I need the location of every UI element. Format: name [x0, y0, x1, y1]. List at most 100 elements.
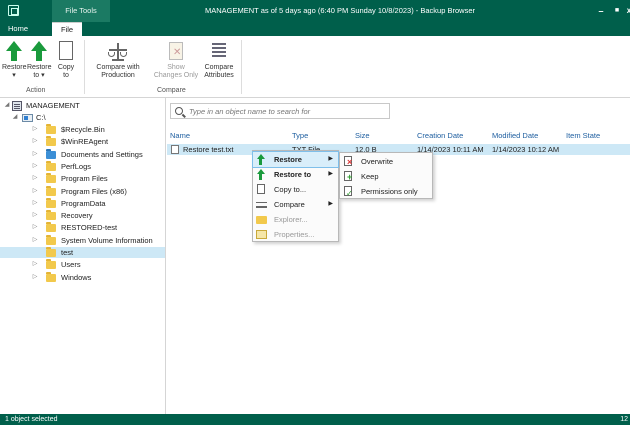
- copy-document-icon: [55, 40, 77, 62]
- tree-item-folder[interactable]: ▷ Windows: [0, 271, 165, 283]
- copy-document-icon: [256, 184, 267, 195]
- tree-item-label: $Recycle.Bin: [61, 125, 105, 134]
- action-group-label: Action: [26, 87, 46, 94]
- app-icon[interactable]: [8, 5, 19, 16]
- tree-item-label: PerfLogs: [61, 161, 92, 171]
- menu-item-properties[interactable]: Properties...: [253, 227, 338, 242]
- grid-header: Name Type Size Creation Date Modified Da…: [167, 129, 630, 142]
- status-bar: 1 object selected 12: [0, 414, 630, 425]
- tab-file[interactable]: File: [52, 22, 82, 36]
- tree-item-label: Documents and Settings: [61, 149, 143, 159]
- column-header-item-state[interactable]: Item State: [566, 129, 600, 142]
- column-header-type[interactable]: Type: [292, 129, 308, 142]
- folder-icon: [46, 210, 56, 221]
- cell-name: Restore test.txt: [183, 145, 234, 154]
- expand-icon[interactable]: ▷: [31, 198, 39, 209]
- ribbon-tabs: Home File: [0, 22, 630, 36]
- expand-icon[interactable]: ▷: [31, 259, 39, 270]
- compare-with-production-button[interactable]: Compare with Production: [88, 40, 148, 80]
- expand-icon[interactable]: ▷: [31, 173, 39, 184]
- text-file-icon: [171, 145, 179, 154]
- restore-to-button[interactable]: Restore to ▾: [27, 40, 52, 80]
- show-changes-only-button[interactable]: ✕ Show Changes Only: [151, 40, 201, 80]
- tree-item-folder[interactable]: ▷ ProgramData: [0, 197, 165, 209]
- copy-to-button[interactable]: Copy to: [54, 40, 78, 80]
- tree-item-folder[interactable]: ▷ RESTORED-test: [0, 222, 165, 233]
- minimize-button[interactable]: –: [594, 0, 608, 22]
- status-count: 12: [620, 416, 628, 423]
- folder-icon: [46, 173, 56, 184]
- tree-item-folder[interactable]: ▷ Program Files (x86): [0, 185, 165, 197]
- menu-item-copy-to[interactable]: Copy to...: [253, 182, 338, 197]
- folder-icon: [46, 160, 56, 171]
- submenu-arrow-icon: ▶: [328, 171, 333, 177]
- tree-item-folder[interactable]: ▷ Documents and Settings: [0, 148, 165, 160]
- window-title: MANAGEMENT as of 5 days ago (6:40 PM Sun…: [205, 6, 475, 15]
- tree-item-label: test: [61, 248, 74, 257]
- menu-item-restore[interactable]: Restore ▶: [252, 151, 339, 168]
- folder-icon: [46, 124, 56, 134]
- tree-item-label: RESTORED-test: [61, 223, 118, 233]
- tree-item-label: Users: [61, 260, 81, 270]
- tree-item-label: System Volume Information: [61, 235, 153, 245]
- attributes-icon: [208, 40, 230, 62]
- column-header-name[interactable]: Name: [170, 129, 190, 142]
- menu-item-restore-to[interactable]: Restore to ▶: [253, 167, 338, 182]
- menu-item-permissions-only[interactable]: Permissions only: [340, 184, 432, 201]
- tree-item-label: Windows: [61, 272, 92, 282]
- folder-icon: [46, 259, 56, 270]
- column-header-size[interactable]: Size: [355, 129, 370, 142]
- tree-item-drive-c[interactable]: ◢ C:\: [0, 112, 165, 123]
- tree-item-folder[interactable]: test: [0, 247, 165, 258]
- close-button[interactable]: x: [624, 0, 630, 22]
- expand-icon[interactable]: ▷: [31, 124, 39, 135]
- expand-icon[interactable]: ▷: [31, 161, 39, 172]
- tree-item-folder[interactable]: ▷ PerfLogs: [0, 160, 165, 172]
- show-changes-icon: ✕: [165, 40, 187, 62]
- expand-icon[interactable]: ▷: [31, 210, 39, 221]
- expand-icon[interactable]: ▷: [31, 272, 39, 283]
- tree-item-folder[interactable]: ▷ Recovery: [0, 210, 165, 221]
- expand-icon[interactable]: ▷: [31, 186, 39, 197]
- tree-item-label: Recovery: [61, 211, 93, 221]
- menu-item-overwrite[interactable]: Overwrite: [340, 154, 432, 170]
- status-text: 1 object selected: [5, 416, 58, 423]
- server-icon: [12, 101, 22, 111]
- expand-icon[interactable]: ▷: [31, 149, 39, 160]
- collapse-icon[interactable]: ◢: [11, 112, 19, 123]
- submenu-arrow-icon: ▶: [328, 201, 333, 207]
- collapse-icon[interactable]: ◢: [3, 100, 11, 111]
- menu-item-explorer[interactable]: Explorer...: [253, 212, 338, 227]
- tree-item-management[interactable]: ◢ MANAGEMENT: [0, 100, 165, 111]
- folder-icon: [46, 185, 56, 196]
- scale-icon: [256, 199, 267, 210]
- column-header-modified-date[interactable]: Modified Date: [492, 129, 538, 142]
- group-divider: [241, 40, 242, 94]
- tree-item-folder[interactable]: ▷ Users: [0, 259, 165, 270]
- tree-item-folder[interactable]: ▷ $Recycle.Bin: [0, 124, 165, 135]
- menu-item-compare[interactable]: Compare ▶: [253, 197, 338, 212]
- folder-icon: [46, 148, 56, 159]
- tree-item-folder[interactable]: ▷ Program Files: [0, 173, 165, 184]
- restore-button[interactable]: Restore ▾: [2, 40, 27, 80]
- folder-icon: [46, 247, 56, 257]
- drive-icon: [22, 114, 33, 122]
- column-header-creation-date[interactable]: Creation Date: [417, 129, 463, 142]
- menu-item-keep[interactable]: Keep: [340, 169, 432, 185]
- search-box[interactable]: [170, 103, 390, 119]
- ribbon: Restore ▾ Restore to ▾ Copy to Action Co…: [0, 36, 630, 98]
- folder-icon: [256, 214, 267, 225]
- expand-icon[interactable]: ▷: [31, 222, 39, 233]
- folder-tree: ◢ MANAGEMENT ◢ C:\ ▷ $Recycle.Bin ▷ $WinREA…: [0, 98, 166, 414]
- maximize-button[interactable]: ■: [610, 0, 624, 22]
- expand-icon[interactable]: ▷: [31, 136, 39, 147]
- title-bar: File Tools MANAGEMENT as of 5 days ago (…: [0, 0, 630, 22]
- tree-item-folder[interactable]: ▷ System Volume Information: [0, 234, 165, 246]
- search-icon: [175, 107, 183, 115]
- compare-attributes-button[interactable]: Compare Attributes: [201, 40, 237, 80]
- search-input[interactable]: [189, 105, 384, 117]
- expand-icon[interactable]: ▷: [31, 235, 39, 246]
- tree-item-folder[interactable]: ▷ $WinREAgent: [0, 136, 165, 147]
- backup-browser-window: File Tools MANAGEMENT as of 5 days ago (…: [0, 0, 630, 425]
- tab-home[interactable]: Home: [4, 22, 32, 36]
